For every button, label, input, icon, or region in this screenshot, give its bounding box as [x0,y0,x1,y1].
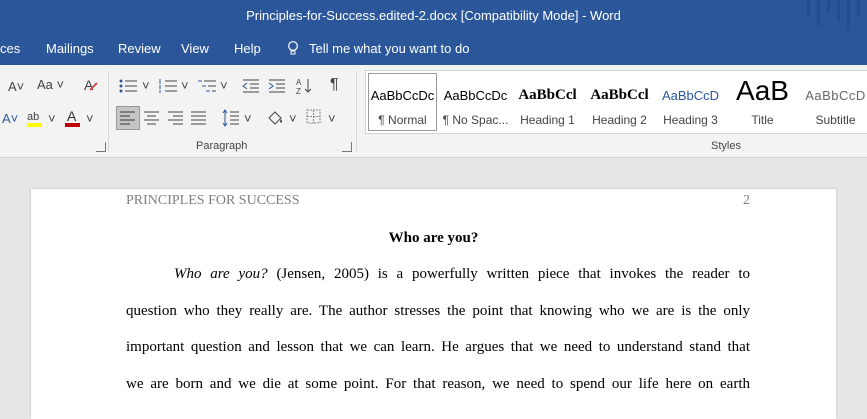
style-sample: AaBbCcDc [370,88,435,103]
body-line-1: Who are you? (Jensen, 2005) is a powerfu… [174,266,750,283]
borders-icon[interactable] [306,109,322,125]
tell-me-label: Tell me what you want to do [309,41,470,56]
multilevel-list-icon[interactable] [197,79,219,93]
style-name: ¶ No Spac... [442,113,509,127]
highlight-color-icon[interactable]: ab [26,109,46,129]
paragraph-group-label: Paragraph [196,140,248,152]
justify-icon[interactable] [191,111,207,125]
style-sample: AaBbCcD [661,88,720,103]
body-line-3: important question and lesson that we ca… [126,339,750,355]
styles-group-label: Styles [711,140,741,152]
bullets-dropdown[interactable]: ˅ [142,78,150,93]
document-page[interactable]: PRINCIPLES FOR SUCCESS 2 Who are you? Wh… [31,189,836,419]
style-no-spacing[interactable]: AaBbCcDc ¶ No Spac... [439,71,512,133]
numbering-dropdown[interactable]: ˅ [181,78,189,93]
align-left-icon [120,111,135,125]
style-name: Subtitle [815,113,856,127]
styles-gallery: AaBbCcDc ¶ Normal AaBbCcDc ¶ No Spac... … [365,70,867,134]
align-center-icon[interactable] [144,111,160,125]
style-sample: AaB [736,75,789,106]
increase-indent-icon[interactable] [268,79,286,93]
ribbon: A˅ Aa ˅ A A˅ ab ˅ A ˅ ˅ ˅ ˅ AZ ¶ ˅ ˅ ˅ P… [0,65,867,158]
paragraph-dialog-launcher[interactable] [342,142,352,152]
style-name: Heading 2 [592,113,647,127]
style-name: ¶ Normal [378,113,427,127]
style-name: Heading 1 [520,113,575,127]
style-heading-1[interactable]: AaBbCcl Heading 1 [511,71,584,133]
style-sample: AaBbCcDc [443,88,508,103]
body-line-2: question who they really are. The author… [126,303,750,319]
body-line-4: we are born and we die at some point. Fo… [126,376,750,392]
page-number: 2 [743,193,750,208]
change-case-button[interactable]: Aa ˅ [37,77,64,92]
svg-text:A: A [67,109,77,124]
font-color-dropdown[interactable]: ˅ [86,111,94,126]
svg-text:A: A [84,77,94,93]
italic-title: Who are you? [174,266,268,282]
title-bar: Principles-for-Success.edited-2.docx [Co… [0,0,867,32]
ribbon-separator [356,71,357,151]
decrease-indent-icon[interactable] [242,79,260,93]
window-title: Principles-for-Success.edited-2.docx [Co… [246,8,621,23]
style-title[interactable]: AaB Title [726,71,799,133]
style-sample: AaBbCcl [518,87,577,103]
body-text: (Jensen, 2005) is a powerfully written p… [267,266,750,282]
align-left-button[interactable] [116,106,140,130]
running-header: PRINCIPLES FOR SUCCESS [126,193,300,208]
font-color-icon[interactable]: A [64,109,82,129]
svg-text:ab: ab [27,111,39,123]
tab-view[interactable]: View [181,41,209,56]
lightbulb-icon [288,41,298,55]
show-formatting-icon[interactable]: ¶ [330,76,339,94]
style-heading-2[interactable]: AaBbCcl Heading 2 [583,71,656,133]
svg-text:Z: Z [296,87,301,95]
style-sample: AaBbCcD [805,88,866,103]
highlight-dropdown[interactable]: ˅ [48,111,56,126]
bullets-icon[interactable] [118,79,140,93]
tab-references[interactable]: ces [0,41,20,56]
style-heading-3[interactable]: AaBbCcD Heading 3 [654,71,727,133]
shading-icon[interactable] [266,109,286,127]
style-subtitle[interactable]: AaBbCcD Subtitle [799,71,867,133]
document-heading: Who are you? [388,230,479,246]
font-size-a-icon[interactable]: A˅ [8,79,24,94]
change-case-label: Aa [37,77,53,92]
svg-text:A: A [296,78,302,87]
line-spacing-icon[interactable] [222,109,240,127]
tab-help[interactable]: Help [234,41,261,56]
multilevel-dropdown[interactable]: ˅ [220,78,228,93]
borders-dropdown[interactable]: ˅ [328,111,336,126]
menu-bar: ces Mailings Review View Help Tell me wh… [0,32,867,65]
text-effects-icon[interactable]: A˅ [2,111,18,126]
shading-dropdown[interactable]: ˅ [289,111,297,126]
sort-icon[interactable]: AZ [296,77,314,95]
style-name: Heading 3 [663,113,718,127]
document-workspace: PRINCIPLES FOR SUCCESS 2 Who are you? Wh… [0,158,867,419]
tell-me-box[interactable]: Tell me what you want to do [287,41,469,56]
style-sample: AaBbCcl [590,87,649,103]
font-dialog-launcher[interactable] [96,142,106,152]
tab-mailings[interactable]: Mailings [46,41,94,56]
numbering-icon[interactable] [158,79,180,93]
line-spacing-dropdown[interactable]: ˅ [244,111,252,126]
title-bar-pattern [797,0,867,32]
clear-formatting-icon[interactable]: A [82,77,98,93]
tab-review[interactable]: Review [118,41,161,56]
style-normal[interactable]: AaBbCcDc ¶ Normal [366,71,439,133]
align-right-icon[interactable] [168,111,184,125]
ribbon-separator [108,71,109,151]
style-name: Title [751,113,774,127]
